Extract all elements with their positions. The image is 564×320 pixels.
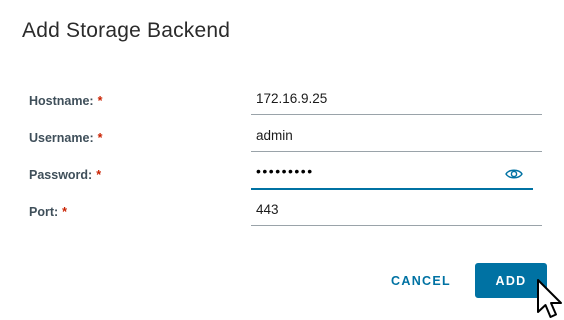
password-input[interactable] <box>256 163 516 179</box>
username-label: Username: * <box>29 131 103 145</box>
required-asterisk: * <box>62 205 68 219</box>
hostname-field[interactable] <box>251 88 542 115</box>
username-field[interactable] <box>251 125 542 152</box>
port-label: Port: * <box>29 205 68 219</box>
dialog-title: Add Storage Backend <box>22 19 231 42</box>
hostname-input[interactable] <box>256 91 516 106</box>
eye-icon[interactable] <box>505 167 523 181</box>
port-input[interactable] <box>256 202 516 217</box>
username-input[interactable] <box>256 128 516 143</box>
cancel-button[interactable]: CANCEL <box>379 263 463 298</box>
port-row: Port: * <box>0 199 564 229</box>
password-field[interactable] <box>251 161 533 190</box>
username-row: Username: * <box>0 125 564 155</box>
mouse-pointer-icon <box>537 279 562 318</box>
password-label: Password: * <box>29 168 102 182</box>
required-asterisk: * <box>96 168 102 182</box>
required-asterisk: * <box>97 131 103 145</box>
hostname-row: Hostname: * <box>0 88 564 118</box>
password-row: Password: * <box>0 162 564 192</box>
hostname-label: Hostname: * <box>29 94 103 108</box>
required-asterisk: * <box>97 94 103 108</box>
port-field[interactable] <box>251 199 542 226</box>
